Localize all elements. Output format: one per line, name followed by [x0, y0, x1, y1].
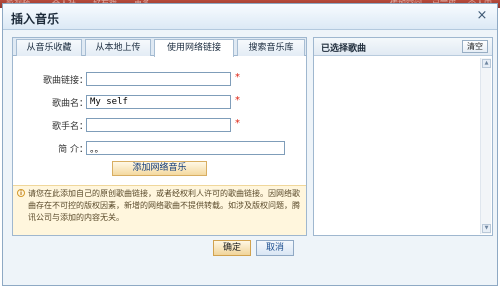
insert-music-dialog: 插入音乐 × 从音乐收藏 从本地上传 使用网络链接 搜索音乐库 歌曲链接： * …	[2, 3, 498, 286]
info-icon: i	[17, 189, 25, 197]
dialog-titlebar: 插入音乐 ×	[3, 4, 497, 30]
song-name-row: 歌曲名： *	[13, 95, 306, 109]
song-name-label: 歌曲名：	[51, 99, 88, 109]
music-source-panel: 从音乐收藏 从本地上传 使用网络链接 搜索音乐库 歌曲链接： * 歌曲名： * …	[12, 37, 307, 236]
selected-songs-header: 已选择歌曲 清空	[314, 38, 492, 56]
singer-label: 歌手名：	[51, 122, 88, 132]
required-mark: *	[235, 72, 240, 83]
selected-list-scrollbar[interactable]: ▲ ▼	[480, 58, 491, 234]
required-mark: *	[235, 118, 240, 129]
clear-button[interactable]: 清空	[462, 40, 488, 53]
song-link-row: 歌曲链接： *	[13, 72, 306, 86]
intro-input[interactable]	[86, 141, 285, 155]
add-network-music-button[interactable]: 添加网络音乐	[112, 161, 207, 176]
dialog-title: 插入音乐	[11, 12, 60, 26]
notice-text: 请您在此添加自己的原创歌曲链接，或者经权利人许可的歌曲链接。因网络歌曲存在不可控…	[28, 189, 300, 222]
scroll-up-icon[interactable]: ▲	[482, 59, 491, 68]
song-link-input[interactable]	[86, 72, 231, 86]
cancel-button[interactable]: 取消	[256, 240, 294, 256]
ok-button[interactable]: 确定	[213, 240, 251, 256]
selected-songs-panel: 已选择歌曲 清空 ▲ ▼	[313, 37, 493, 236]
required-mark: *	[235, 95, 240, 106]
source-tabs: 从音乐收藏 从本地上传 使用网络链接 搜索音乐库	[13, 38, 306, 57]
scroll-down-icon[interactable]: ▼	[482, 224, 491, 233]
tab-music-favorites[interactable]: 从音乐收藏	[16, 39, 82, 56]
intro-row: 简 介：	[13, 141, 306, 155]
tab-search-library[interactable]: 搜索音乐库	[237, 39, 305, 56]
singer-input[interactable]	[86, 118, 231, 132]
singer-row: 歌手名： *	[13, 118, 306, 132]
close-icon[interactable]: ×	[475, 9, 489, 23]
song-name-input[interactable]	[86, 95, 231, 109]
intro-label: 简 介：	[58, 145, 88, 155]
selected-songs-title: 已选择歌曲	[321, 44, 367, 54]
song-link-label: 歌曲链接：	[42, 76, 88, 86]
copyright-notice: i 请您在此添加自己的原创歌曲链接，或者经权利人许可的歌曲链接。因网络歌曲存在不…	[13, 185, 306, 235]
tab-network-link[interactable]: 使用网络链接	[154, 39, 234, 57]
tab-local-upload[interactable]: 从本地上传	[85, 39, 151, 56]
